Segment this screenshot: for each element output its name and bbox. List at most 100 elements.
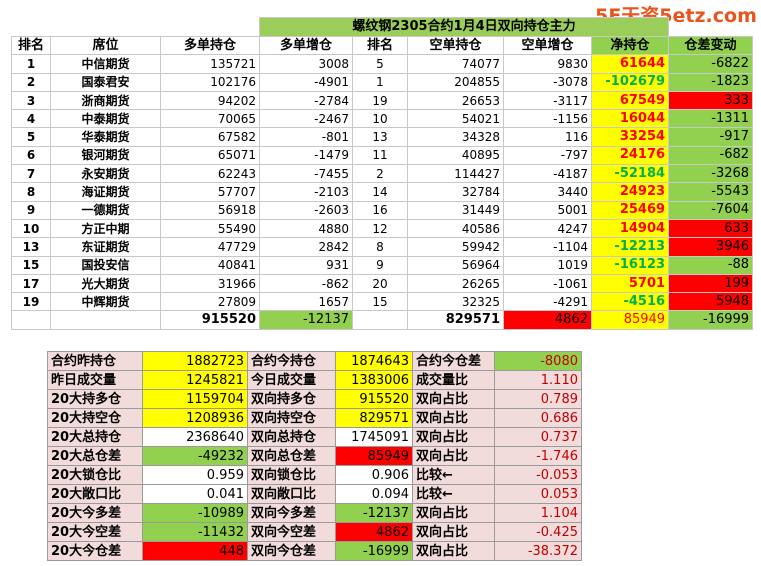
rank-cell: 2 (11, 72, 51, 92)
summary-label: 双向占比 (412, 446, 495, 466)
short-rank-cell: 12 (352, 218, 408, 239)
total-long-change-cell: -12137 (259, 310, 353, 330)
col-header: 席位 (50, 35, 161, 56)
summary-label: 20大今多差 (47, 503, 143, 523)
long-change-cell: 1657 (259, 292, 353, 312)
summary-value: -8080 (494, 351, 582, 371)
short-change-cell: 1019 (503, 255, 592, 275)
position-diff-cell: -682 (668, 145, 754, 166)
short-change-cell: 9830 (503, 54, 592, 74)
summary-value: -1.746 (494, 446, 582, 466)
rank-cell: 6 (11, 145, 51, 166)
summary-row: 昨日成交量 1245821 今日成交量 1383006 成交量比 1.110 (47, 370, 582, 390)
seat-cell: 东证期货 (50, 237, 161, 257)
net-position-cell: 24176 (590, 145, 670, 166)
summary-label: 双向占比 (412, 541, 495, 561)
long-position-cell: 56918 (160, 200, 260, 220)
long-change-cell: -2103 (259, 182, 353, 202)
short-position-cell: 32784 (407, 182, 504, 202)
rank-cell: 10 (11, 218, 51, 239)
short-change-cell: -1104 (503, 237, 592, 257)
summary-label: 双向占比 (412, 408, 495, 428)
short-rank-cell: 14 (352, 182, 408, 202)
seat-cell: 国泰君安 (50, 72, 161, 92)
short-change-cell: -3117 (503, 90, 592, 111)
short-position-cell: 32325 (407, 292, 504, 312)
total-net-cell: 85949 (590, 310, 670, 330)
summary-label: 双向占比 (412, 503, 495, 523)
summary-value: 0.906 (335, 465, 413, 485)
long-position-cell: 65071 (160, 145, 260, 166)
position-diff-cell: -6822 (668, 54, 754, 74)
summary-label: 双向占比 (412, 427, 495, 447)
seat-cell: 一德期货 (50, 200, 161, 220)
summary-value: 0.686 (494, 408, 582, 428)
short-change-cell: -797 (503, 145, 592, 166)
net-position-cell: 24923 (590, 182, 670, 202)
summary-value: 0.094 (335, 484, 413, 504)
position-table: 螺纹钢2305合约1月4日双向持仓主力 排名 席位 多单持仓 多单增仓 排名 空… (11, 17, 754, 330)
short-rank-cell: 5 (352, 54, 408, 74)
summary-value: 0.789 (494, 389, 582, 409)
summary-value: -49232 (142, 446, 248, 466)
net-position-cell: 61644 (590, 54, 670, 74)
rank-cell: 7 (11, 164, 51, 184)
summary-row: 20大锁仓比 0.959 双向锁仓比 0.906 比较← -0.053 (47, 465, 582, 485)
col-header: 排名 (352, 35, 408, 56)
summary-value: 1874643 (335, 351, 413, 371)
summary-value: 0.041 (142, 484, 248, 504)
summary-value: 448 (142, 541, 248, 561)
seat-cell: 海证期货 (50, 182, 161, 202)
summary-value: 4862 (335, 522, 413, 542)
col-header: 多单持仓 (160, 35, 260, 56)
short-change-cell: 4247 (503, 218, 592, 239)
rank-cell: 3 (11, 90, 51, 111)
short-change-cell: 3440 (503, 182, 592, 202)
long-position-cell: 102176 (160, 72, 260, 92)
table-row: 15 国投安信 40841 931 9 56964 1019 -16123 -88 (11, 255, 754, 275)
seat-cell: 中信期货 (50, 54, 161, 74)
rank-cell: 19 (11, 292, 51, 312)
summary-row: 20大今多差 -10989 双向今多差 -12137 双向占比 1.104 (47, 503, 582, 523)
seat-cell: 浙商期货 (50, 90, 161, 111)
col-header: 净持仓 (590, 35, 670, 56)
position-diff-cell: -7604 (668, 200, 754, 220)
short-position-cell: 31449 (407, 200, 504, 220)
rank-cell: 13 (11, 237, 51, 257)
table-row: 1 中信期货 135721 3008 5 74077 9830 61644 -6822 (11, 54, 754, 74)
summary-value: -0.053 (494, 465, 582, 485)
short-position-cell: 40895 (407, 145, 504, 166)
long-position-cell: 31966 (160, 273, 260, 294)
empty-cell (11, 310, 51, 330)
total-diff-cell: -16999 (668, 310, 754, 330)
short-position-cell: 34328 (407, 127, 504, 147)
header-row: 排名 席位 多单持仓 多单增仓 排名 空单持仓 空单增仓 净持仓 仓差变动 (11, 35, 754, 56)
seat-cell: 银河期货 (50, 145, 161, 166)
summary-value: -16999 (335, 541, 413, 561)
summary-row: 20大敞口比 0.041 双向敞口比 0.094 比较← 0.053 (47, 484, 582, 504)
summary-row: 20大持多仓 1159704 双向持多仓 915520 双向占比 0.789 (47, 389, 582, 409)
net-position-cell: 25469 (590, 200, 670, 220)
long-change-cell: -862 (259, 273, 353, 294)
net-position-cell: -16123 (590, 255, 670, 275)
summary-value: 0.737 (494, 427, 582, 447)
col-header: 空单增仓 (503, 35, 592, 56)
short-change-cell: -4291 (503, 292, 592, 312)
table-row: 17 光大期货 31966 -862 20 26265 -1061 5701 199 (11, 273, 754, 294)
long-change-cell: -2603 (259, 200, 353, 220)
summary-value: 0.053 (494, 484, 582, 504)
long-change-cell: -1479 (259, 145, 353, 166)
net-position-cell: -102679 (590, 72, 670, 92)
short-rank-cell: 10 (352, 109, 408, 129)
short-position-cell: 26265 (407, 273, 504, 294)
summary-value: 1383006 (335, 370, 413, 390)
short-position-cell: 40586 (407, 218, 504, 239)
rank-cell: 17 (11, 273, 51, 294)
summary-label: 合约今仓差 (412, 351, 495, 371)
long-change-cell: 4880 (259, 218, 353, 239)
summary-label: 20大今仓差 (47, 541, 143, 561)
short-change-cell: -1061 (503, 273, 592, 294)
col-header: 空单持仓 (407, 35, 504, 56)
short-position-cell: 26653 (407, 90, 504, 111)
short-change-cell: -3078 (503, 72, 592, 92)
